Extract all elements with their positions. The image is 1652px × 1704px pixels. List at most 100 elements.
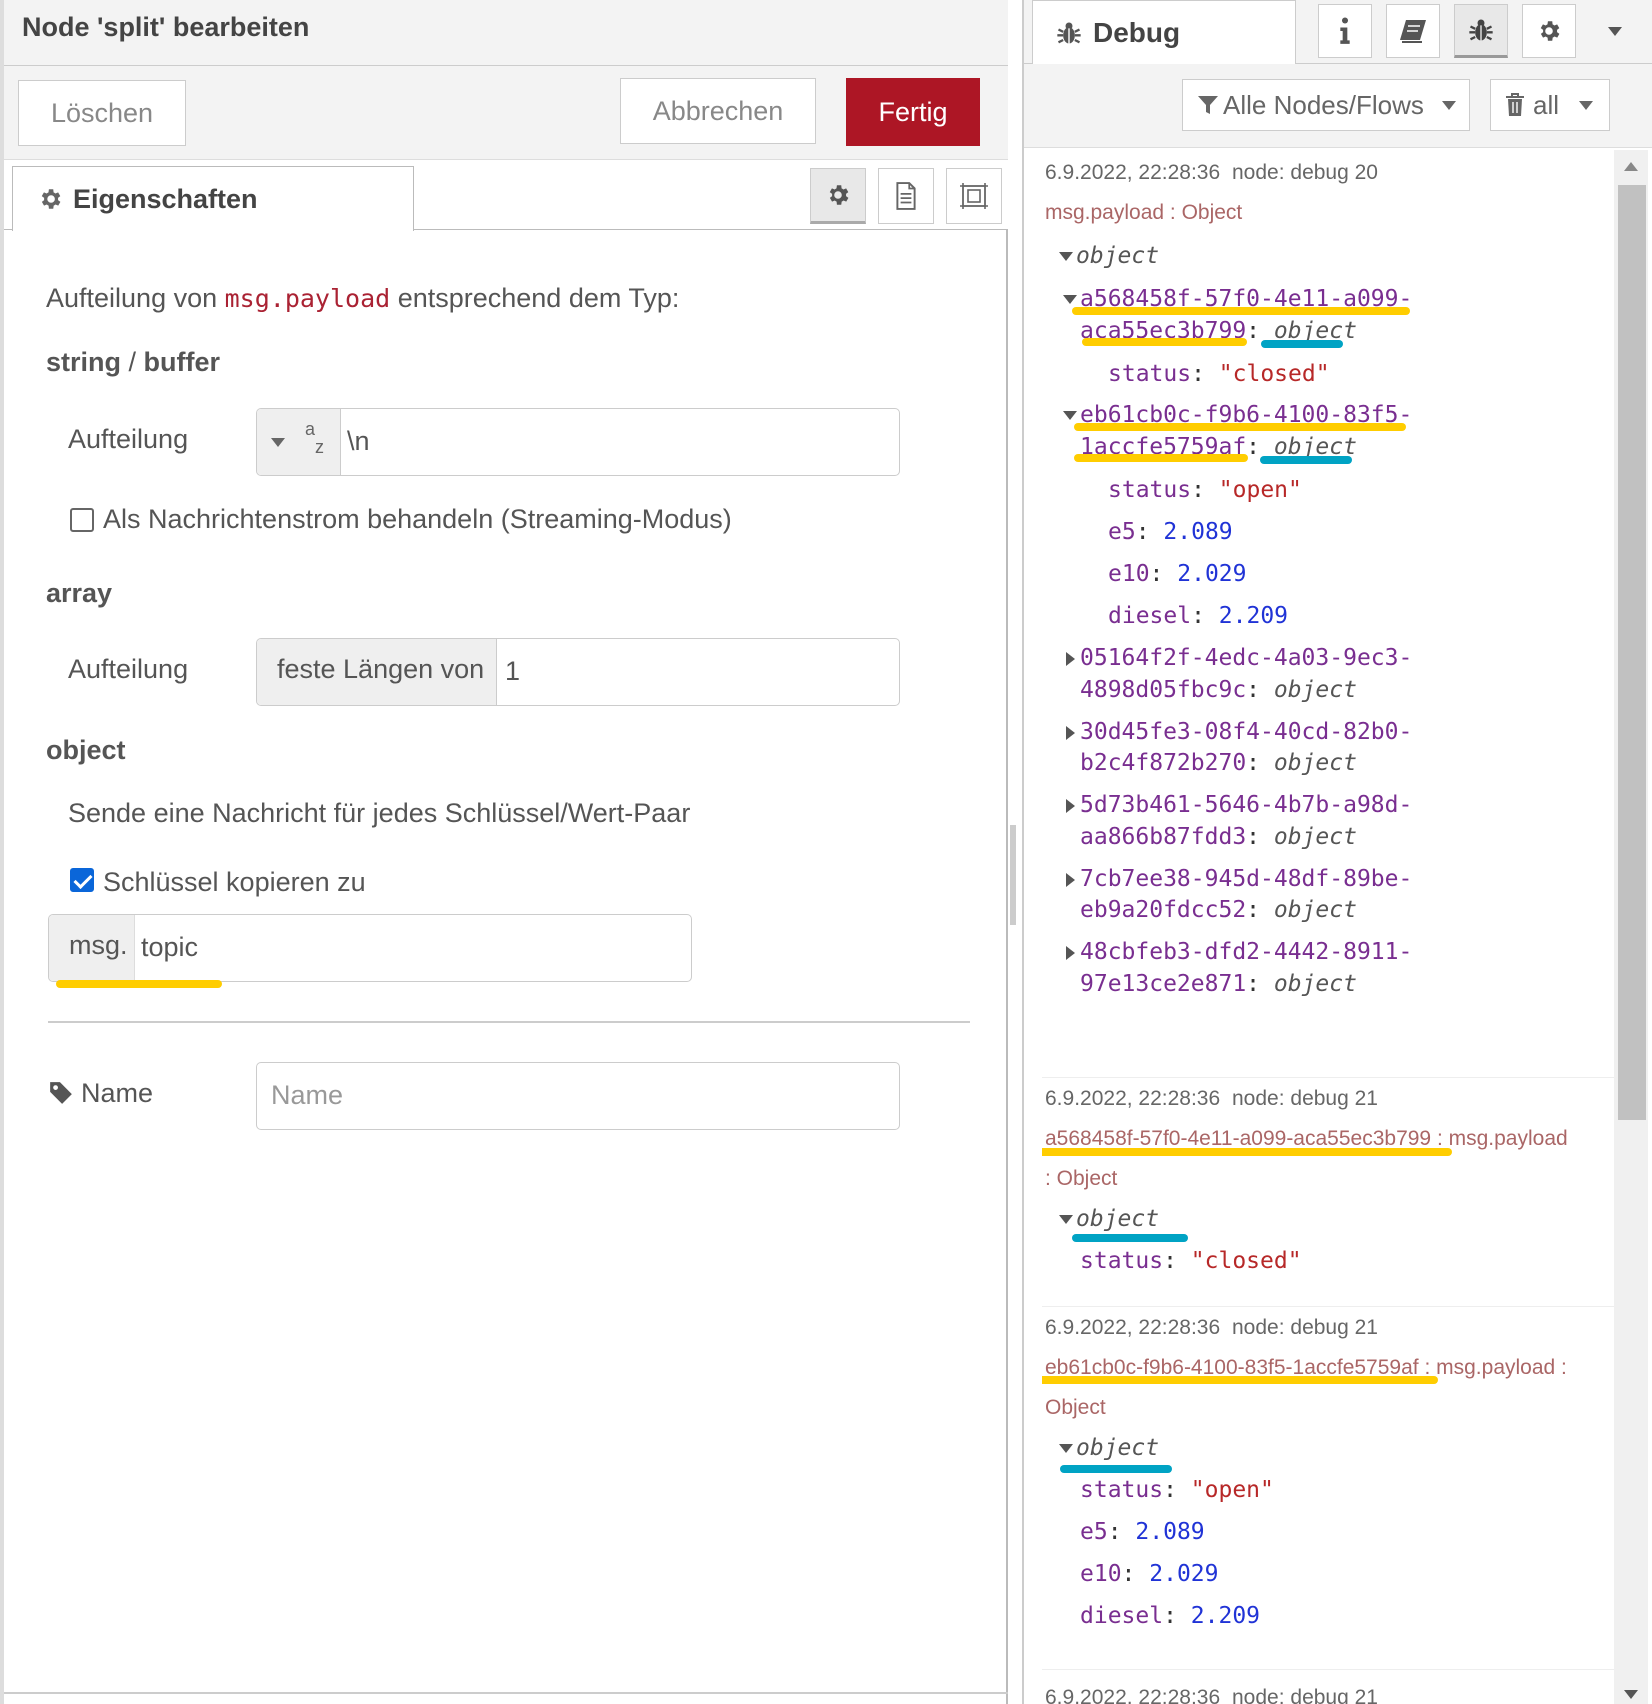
tree-prop: status: "open" [1108,477,1302,503]
prop-value: 2.209 [1190,1603,1261,1629]
cancel-button[interactable]: Abbrechen [620,78,816,144]
tree-prop: e5: 2.089 [1108,519,1233,545]
tree-key[interactable]: 30d45fe3-08f4-40cd-82b0- [1080,719,1412,745]
tab-appearance[interactable] [946,168,1002,224]
tab-help[interactable] [1386,4,1440,58]
scroll-up-icon[interactable] [1624,162,1638,171]
tab-settings[interactable] [810,168,866,224]
frame-icon [960,183,988,209]
highlight-msg-topic [56,980,222,988]
message-topic: msg.payload : Object [1045,201,1243,224]
done-button[interactable]: Fertig [846,78,980,146]
highlight-key [1074,423,1406,431]
tree-root[interactable]: object [1076,243,1159,269]
string-type-glyph-top: a [305,419,316,439]
tree-key[interactable]: 05164f2f-4edc-4a03-9ec3- [1080,645,1412,671]
copy-key-checkbox[interactable] [70,868,94,892]
expand-toggle-icon[interactable] [1059,252,1073,261]
tab-properties[interactable]: Eigenschaften [12,166,414,231]
filter-label: Alle Nodes/Flows [1223,89,1424,120]
message-node[interactable]: node: debug 20 [1232,161,1378,185]
tab-debug[interactable]: Debug [1032,0,1296,65]
message-node[interactable]: node: debug 21 [1232,1316,1378,1340]
tab-debug-icon[interactable] [1454,4,1508,58]
prop-value: "open" [1218,477,1302,503]
node-editor-panel: Node 'split' bearbeiten Löschen Abbreche… [0,0,1008,1704]
tree-type: object [1273,750,1357,776]
tree-key-part: eb9a20fdcc52 [1080,897,1247,923]
tree-prop: status: "open" [1080,1477,1274,1503]
string-split-label: Aufteilung [68,424,189,454]
string-split-field[interactable]: a z \n [256,408,900,476]
name-placeholder: Name [271,1080,344,1110]
filter-dropdown[interactable]: Alle Nodes/Flows [1182,79,1470,131]
panel-splitter-handle[interactable] [1010,825,1016,925]
prop-value: 2.209 [1218,603,1289,629]
tree-prop: e10: 2.029 [1108,561,1247,587]
string-split-value[interactable]: \n [347,426,370,457]
tree-prop: e5: 2.089 [1080,1519,1205,1545]
expand-toggle-icon[interactable] [1059,1215,1073,1224]
array-mode-select[interactable]: feste Längen von [257,639,497,705]
topic-rest: : msg.payload : [1418,1356,1567,1379]
prop-value: "closed" [1218,361,1330,387]
expand-toggle-icon[interactable] [1066,946,1075,960]
streaming-checkbox[interactable] [70,508,94,532]
prop-value: 2.029 [1177,561,1247,587]
delete-button[interactable]: Löschen [18,80,186,146]
section-array: array [46,578,113,608]
scroll-down-icon[interactable] [1624,1690,1638,1699]
tree-key-cont[interactable]: eb9a20fdcc52: object [1080,897,1357,923]
tree-prop: status: "closed" [1108,361,1330,387]
msg-property-input[interactable]: topic [141,932,198,963]
expand-toggle-icon[interactable] [1066,726,1075,740]
tree-key-cont[interactable]: aa866b87fdd3: object [1080,824,1357,850]
clear-dropdown[interactable]: all [1490,79,1610,131]
message-node[interactable]: node: debug 21 [1232,1087,1378,1111]
tree-key-cont[interactable]: 97e13ce2e871: object [1080,971,1357,997]
tree-key[interactable]: 48cbfeb3-dfd2-4442-8911- [1080,939,1412,965]
prop-key: e5 [1108,519,1136,545]
expand-toggle-icon[interactable] [1063,295,1077,304]
tree-key-cont[interactable]: 4898d05fbc9c: object [1080,677,1357,703]
tree-key-cont[interactable]: b2c4f872b270: object [1080,750,1357,776]
tree-root[interactable]: object [1076,1206,1159,1232]
section-sep: / [121,347,144,377]
prop-key: e5 [1080,1519,1108,1545]
expand-toggle-icon[interactable] [1066,873,1075,887]
array-length-value[interactable]: 1 [505,656,520,687]
expand-toggle-icon[interactable] [1066,652,1075,666]
topic-key: a568458f-57f0-4e11-a099-aca55ec3b799 [1045,1127,1432,1150]
caret-down-icon[interactable] [1608,27,1622,36]
section-buffer-label: buffer [143,347,221,377]
expand-toggle-icon[interactable] [1063,411,1077,420]
highlight-type [1072,1234,1188,1242]
tree-root[interactable]: object [1076,1435,1159,1461]
tab-config[interactable] [1522,4,1576,58]
copy-key-field[interactable]: msg. topic [48,914,692,982]
intro-text: Aufteilung von msg.payload entsprechend … [46,283,679,314]
expand-toggle-icon[interactable] [1059,1444,1073,1453]
string-type-glyph-bottom: z [315,437,324,457]
message-topic-cont: Object [1045,1396,1106,1419]
prop-key: diesel [1108,603,1192,629]
debug-scrollbar-thumb[interactable] [1618,185,1646,1120]
tree-key-part: 97e13ce2e871 [1080,971,1247,997]
tab-description[interactable] [878,168,934,224]
name-input[interactable]: Name [256,1062,900,1130]
clear-label: all [1533,89,1560,120]
tree-key[interactable]: 5d73b461-5646-4b7b-a98d- [1080,792,1412,818]
debug-message-list[interactable]: 6.9.2022, 22:28:36 node: debug 20 msg.pa… [1042,150,1624,1704]
tab-info[interactable] [1318,4,1372,58]
tree-key-part: 4898d05fbc9c [1080,677,1247,703]
highlight-key [1072,307,1410,315]
tree-prop: diesel: 2.209 [1080,1603,1261,1629]
tree-key[interactable]: 7cb7ee38-945d-48df-89be- [1080,866,1412,892]
message-node[interactable]: node: debug 21 [1232,1686,1378,1704]
prop-value: 2.089 [1135,1519,1205,1545]
prop-key: e10 [1108,561,1150,587]
debug-message: 6.9.2022, 22:28:36 node: debug 21 [1042,1680,1624,1704]
expand-toggle-icon[interactable] [1066,799,1075,813]
array-split-field[interactable]: feste Längen von 1 [256,638,900,706]
string-type-select[interactable]: a z [257,409,341,475]
